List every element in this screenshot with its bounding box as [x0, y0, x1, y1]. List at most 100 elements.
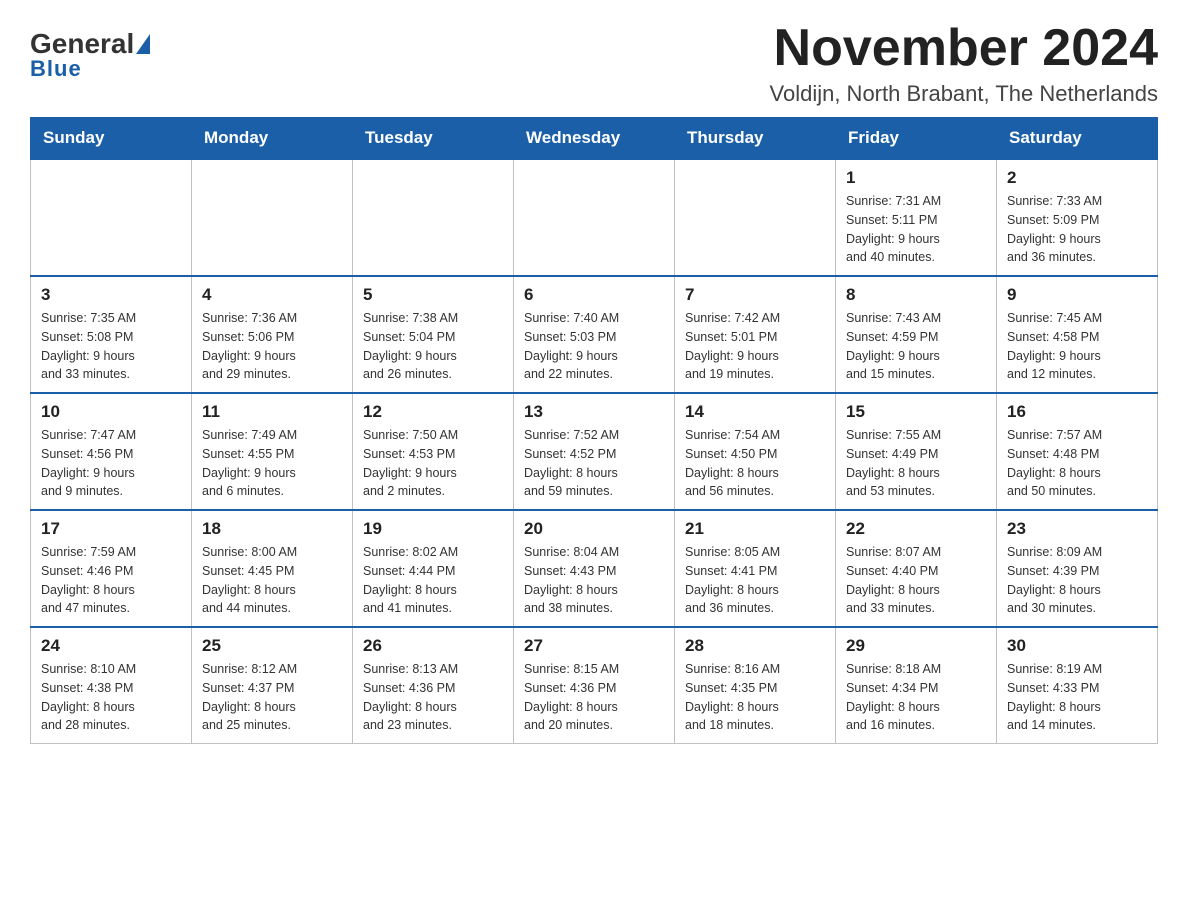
cell-w2-d3: 13 Sunrise: 7:52 AM Sunset: 4:52 PM Dayli…	[514, 393, 675, 510]
week-row-1: 3 Sunrise: 7:35 AM Sunset: 5:08 PM Daylig…	[31, 276, 1158, 393]
cell-w1-d3: 6 Sunrise: 7:40 AM Sunset: 5:03 PM Daylig…	[514, 276, 675, 393]
logo: General Blue	[30, 30, 150, 82]
day-number-25: 25	[202, 636, 342, 656]
cell-w0-d1	[192, 159, 353, 276]
header-thursday: Thursday	[675, 118, 836, 160]
cell-w0-d4	[675, 159, 836, 276]
day-info-18: Sunrise: 8:00 AM Sunset: 4:45 PM Dayligh…	[202, 543, 342, 618]
cell-w4-d4: 28Sunrise: 8:16 AM Sunset: 4:35 PM Dayli…	[675, 627, 836, 744]
day-info-1: Sunrise: 7:31 AM Sunset: 5:11 PM Dayligh…	[846, 192, 986, 267]
day-info-3: Sunrise: 7:35 AM Sunset: 5:08 PM Dayligh…	[41, 309, 181, 384]
weekday-header-row: Sunday Monday Tuesday Wednesday Thursday…	[31, 118, 1158, 160]
day-info-22: Sunrise: 8:07 AM Sunset: 4:40 PM Dayligh…	[846, 543, 986, 618]
day-info-5: Sunrise: 7:38 AM Sunset: 5:04 PM Dayligh…	[363, 309, 503, 384]
day-number-15: 15	[846, 402, 986, 422]
day-info-28: Sunrise: 8:16 AM Sunset: 4:35 PM Dayligh…	[685, 660, 825, 735]
day-number-18: 18	[202, 519, 342, 539]
day-info-25: Sunrise: 8:12 AM Sunset: 4:37 PM Dayligh…	[202, 660, 342, 735]
cell-w0-d6: 2Sunrise: 7:33 AM Sunset: 5:09 PM Daylig…	[997, 159, 1158, 276]
day-number-26: 26	[363, 636, 503, 656]
title-area: November 2024 Voldijn, North Brabant, Th…	[770, 20, 1159, 107]
day-number-2: 2	[1007, 168, 1147, 188]
day-info-17: Sunrise: 7:59 AM Sunset: 4:46 PM Dayligh…	[41, 543, 181, 618]
day-info-13: Sunrise: 7:52 AM Sunset: 4:52 PM Dayligh…	[524, 426, 664, 501]
cell-w4-d6: 30 Sunrise: 8:19 AM Sunset: 4:33 PM Dayli…	[997, 627, 1158, 744]
day-number-4: 4	[202, 285, 342, 305]
cell-w4-d3: 27 Sunrise: 8:15 AM Sunset: 4:36 PM Dayli…	[514, 627, 675, 744]
day-number-23: 23	[1007, 519, 1147, 539]
day-number-24: 24	[41, 636, 181, 656]
day-info-6: Sunrise: 7:40 AM Sunset: 5:03 PM Dayligh…	[524, 309, 664, 384]
day-number-12: 12	[363, 402, 503, 422]
day-number-29: 29	[846, 636, 986, 656]
day-number-10: 10	[41, 402, 181, 422]
day-number-14: 14	[685, 402, 825, 422]
cell-w3-d1: 18 Sunrise: 8:00 AM Sunset: 4:45 PM Dayli…	[192, 510, 353, 627]
cell-w4-d0: 24 Sunrise: 8:10 AM Sunset: 4:38 PM Dayli…	[31, 627, 192, 744]
day-info-10: Sunrise: 7:47 AM Sunset: 4:56 PM Dayligh…	[41, 426, 181, 501]
day-number-8: 8	[846, 285, 986, 305]
day-info-12: Sunrise: 7:50 AM Sunset: 4:53 PM Dayligh…	[363, 426, 503, 501]
week-row-0: 1 Sunrise: 7:31 AM Sunset: 5:11 PM Daylig…	[31, 159, 1158, 276]
cell-w2-d0: 10 Sunrise: 7:47 AM Sunset: 4:56 PM Dayli…	[31, 393, 192, 510]
cell-w2-d4: 14Sunrise: 7:54 AM Sunset: 4:50 PM Dayli…	[675, 393, 836, 510]
day-info-24: Sunrise: 8:10 AM Sunset: 4:38 PM Dayligh…	[41, 660, 181, 735]
cell-w1-d6: 9 Sunrise: 7:45 AM Sunset: 4:58 PM Daylig…	[997, 276, 1158, 393]
header-wednesday: Wednesday	[514, 118, 675, 160]
day-info-21: Sunrise: 8:05 AM Sunset: 4:41 PM Dayligh…	[685, 543, 825, 618]
day-info-16: Sunrise: 7:57 AM Sunset: 4:48 PM Dayligh…	[1007, 426, 1147, 501]
logo-general: General	[30, 30, 134, 58]
day-number-19: 19	[363, 519, 503, 539]
day-info-19: Sunrise: 8:02 AM Sunset: 4:44 PM Dayligh…	[363, 543, 503, 618]
day-number-1: 1	[846, 168, 986, 188]
header-saturday: Saturday	[997, 118, 1158, 160]
cell-w1-d1: 4 Sunrise: 7:36 AM Sunset: 5:06 PM Daylig…	[192, 276, 353, 393]
day-number-17: 17	[41, 519, 181, 539]
header-friday: Friday	[836, 118, 997, 160]
day-number-6: 6	[524, 285, 664, 305]
day-info-23: Sunrise: 8:09 AM Sunset: 4:39 PM Dayligh…	[1007, 543, 1147, 618]
day-info-7: Sunrise: 7:42 AM Sunset: 5:01 PM Dayligh…	[685, 309, 825, 384]
day-number-3: 3	[41, 285, 181, 305]
cell-w4-d1: 25 Sunrise: 8:12 AM Sunset: 4:37 PM Dayli…	[192, 627, 353, 744]
day-number-5: 5	[363, 285, 503, 305]
header-sunday: Sunday	[31, 118, 192, 160]
day-number-22: 22	[846, 519, 986, 539]
day-number-11: 11	[202, 402, 342, 422]
day-info-27: Sunrise: 8:15 AM Sunset: 4:36 PM Dayligh…	[524, 660, 664, 735]
day-info-15: Sunrise: 7:55 AM Sunset: 4:49 PM Dayligh…	[846, 426, 986, 501]
week-row-2: 10 Sunrise: 7:47 AM Sunset: 4:56 PM Dayli…	[31, 393, 1158, 510]
cell-w3-d5: 22 Sunrise: 8:07 AM Sunset: 4:40 PM Dayli…	[836, 510, 997, 627]
cell-w1-d4: 7 Sunrise: 7:42 AM Sunset: 5:01 PM Daylig…	[675, 276, 836, 393]
logo-blue: Blue	[30, 56, 82, 82]
cell-w3-d4: 21Sunrise: 8:05 AM Sunset: 4:41 PM Dayli…	[675, 510, 836, 627]
day-info-29: Sunrise: 8:18 AM Sunset: 4:34 PM Dayligh…	[846, 660, 986, 735]
cell-w4-d5: 29 Sunrise: 8:18 AM Sunset: 4:34 PM Dayli…	[836, 627, 997, 744]
header-area: General Blue November 2024 Voldijn, Nort…	[30, 20, 1158, 107]
header-tuesday: Tuesday	[353, 118, 514, 160]
day-number-27: 27	[524, 636, 664, 656]
cell-w0-d3	[514, 159, 675, 276]
day-number-20: 20	[524, 519, 664, 539]
cell-w2-d2: 12 Sunrise: 7:50 AM Sunset: 4:53 PM Dayli…	[353, 393, 514, 510]
logo-triangle-icon	[136, 34, 150, 54]
cell-w1-d5: 8Sunrise: 7:43 AM Sunset: 4:59 PM Daylig…	[836, 276, 997, 393]
day-info-20: Sunrise: 8:04 AM Sunset: 4:43 PM Dayligh…	[524, 543, 664, 618]
day-number-9: 9	[1007, 285, 1147, 305]
header-monday: Monday	[192, 118, 353, 160]
day-info-30: Sunrise: 8:19 AM Sunset: 4:33 PM Dayligh…	[1007, 660, 1147, 735]
week-row-4: 24 Sunrise: 8:10 AM Sunset: 4:38 PM Dayli…	[31, 627, 1158, 744]
day-number-13: 13	[524, 402, 664, 422]
day-number-7: 7	[685, 285, 825, 305]
week-row-3: 17 Sunrise: 7:59 AM Sunset: 4:46 PM Dayli…	[31, 510, 1158, 627]
day-number-30: 30	[1007, 636, 1147, 656]
location-title: Voldijn, North Brabant, The Netherlands	[770, 81, 1159, 107]
cell-w4-d2: 26 Sunrise: 8:13 AM Sunset: 4:36 PM Dayli…	[353, 627, 514, 744]
cell-w3-d2: 19 Sunrise: 8:02 AM Sunset: 4:44 PM Dayli…	[353, 510, 514, 627]
day-info-4: Sunrise: 7:36 AM Sunset: 5:06 PM Dayligh…	[202, 309, 342, 384]
cell-w3-d6: 23 Sunrise: 8:09 AM Sunset: 4:39 PM Dayli…	[997, 510, 1158, 627]
day-info-26: Sunrise: 8:13 AM Sunset: 4:36 PM Dayligh…	[363, 660, 503, 735]
calendar-table: Sunday Monday Tuesday Wednesday Thursday…	[30, 117, 1158, 744]
cell-w0-d2	[353, 159, 514, 276]
day-info-9: Sunrise: 7:45 AM Sunset: 4:58 PM Dayligh…	[1007, 309, 1147, 384]
